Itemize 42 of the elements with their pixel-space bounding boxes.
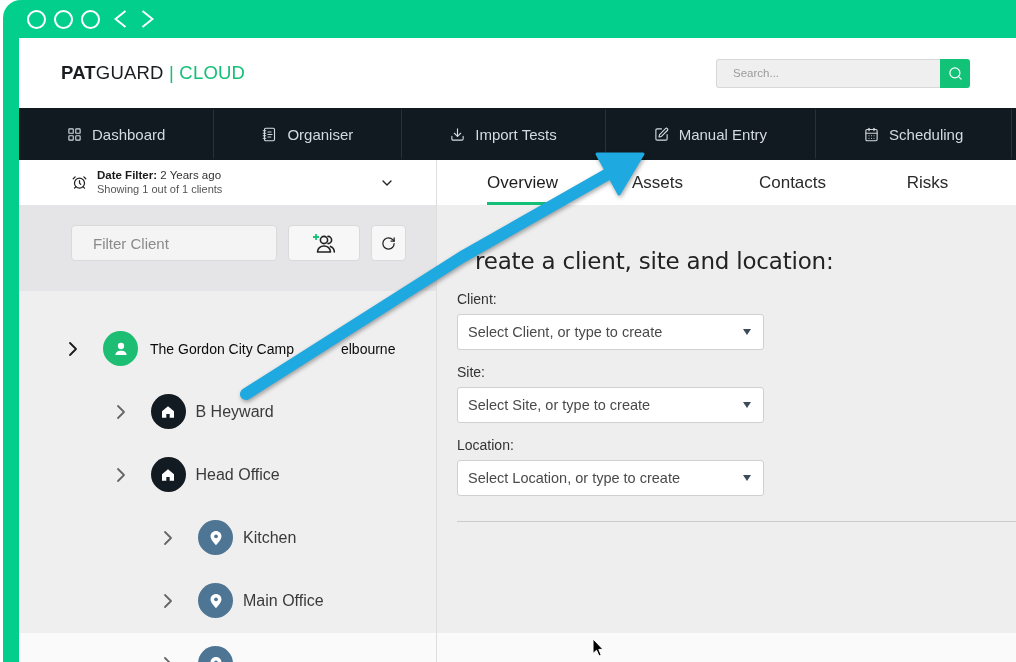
tree-item[interactable]: Main Office [243, 591, 324, 610]
form-heading: reate a client, site and location: [475, 247, 834, 275]
pen-square-icon [653, 126, 669, 142]
select-field[interactable]: Select Site, or type to create [457, 387, 764, 423]
home-icon [150, 457, 186, 492]
select-field[interactable]: Select Client, or type to create [457, 314, 764, 350]
caret-down-icon [743, 402, 751, 408]
search-field[interactable]: Search... [716, 58, 940, 88]
field-label: Client: [457, 291, 497, 308]
download-icon [450, 126, 466, 142]
tree-item[interactable]: The Gordon City Camp [150, 340, 294, 357]
filter-client-field[interactable]: Filter Client [71, 225, 277, 261]
add-users-button[interactable] [288, 225, 360, 261]
date-filter-text: Date Filter: 2 Years ago [97, 169, 223, 182]
tree-item[interactable]: Head Office [195, 465, 280, 484]
refresh-button[interactable] [371, 225, 406, 261]
tree-item[interactable]: elbourne [340, 340, 396, 357]
calendar-icon [864, 126, 880, 142]
tab[interactable]: Risks [906, 160, 949, 205]
grid-icon [67, 126, 82, 142]
notebook-icon [262, 126, 278, 142]
tree-item[interactable]: B Heyward [195, 402, 274, 421]
field-label: Location: [457, 437, 514, 454]
search-icon [947, 65, 963, 81]
client-count-text: Showing 1 out of 1 clients [97, 183, 223, 196]
refresh-icon [381, 235, 396, 251]
field-label: Site: [457, 364, 485, 381]
caret-down-icon [743, 329, 751, 335]
map-pin-icon [198, 583, 233, 618]
tree-item[interactable]: Kitchen [243, 528, 297, 547]
alarm-clock-icon [72, 175, 87, 190]
caret-down-icon [743, 475, 751, 481]
cursor-icon [592, 638, 604, 657]
map-pin-icon [198, 520, 233, 555]
user-icon [103, 331, 138, 366]
select-field[interactable]: Select Location, or type to create [457, 460, 764, 496]
tab[interactable]: Contacts [758, 160, 827, 205]
logo: PATGUARD | CLOUD [61, 62, 246, 84]
chevron-right-icon[interactable] [68, 340, 78, 357]
add-users-icon [312, 233, 336, 253]
home-icon [150, 394, 186, 429]
tab[interactable]: Assets [632, 160, 683, 205]
